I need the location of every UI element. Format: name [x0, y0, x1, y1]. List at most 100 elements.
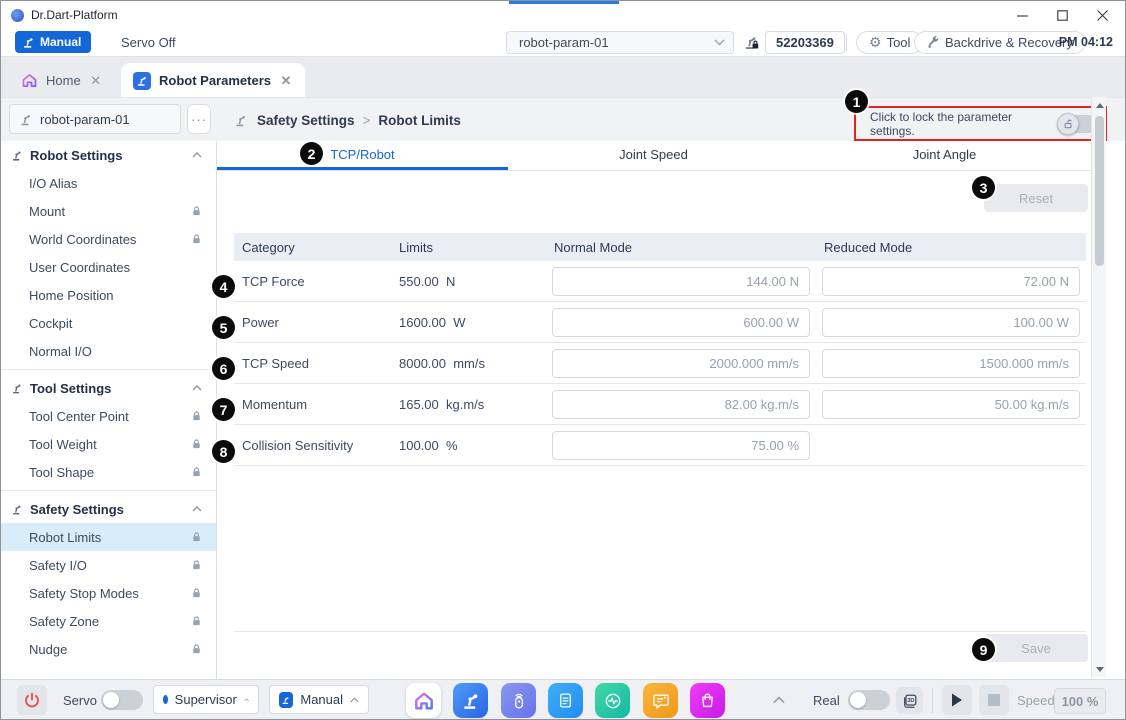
- power-button[interactable]: [17, 685, 47, 715]
- sidebar-item-nudge[interactable]: Nudge: [1, 635, 216, 663]
- annotation-badge-7: 7: [212, 398, 235, 421]
- sidebar-section-robot-settings[interactable]: Robot Settings: [1, 141, 216, 169]
- sidebar-item-world-coordinates[interactable]: World Coordinates: [1, 225, 216, 253]
- row-category: Momentum: [234, 397, 391, 412]
- play-button[interactable]: [942, 685, 972, 715]
- dock-expand-chevron-icon[interactable]: [773, 696, 785, 704]
- sidebar-item-safety-stop-modes[interactable]: Safety Stop Modes: [1, 579, 216, 607]
- sidebar-item-user-coordinates[interactable]: User Coordinates: [1, 253, 216, 281]
- lock-icon: [191, 559, 202, 571]
- scrollbar-thumb[interactable]: [1095, 116, 1104, 266]
- annotation-badge-8: 8: [212, 440, 235, 463]
- page-header-band: robot-param-01 ··· Safety Settings > Rob…: [1, 97, 1125, 141]
- item-label: Cockpit: [29, 316, 72, 331]
- tab-home-close-icon[interactable]: ✕: [89, 73, 103, 89]
- home-icon: [21, 72, 38, 89]
- real-mode-label: Real: [813, 693, 840, 708]
- scroll-up-icon[interactable]: [1092, 97, 1107, 113]
- sidebar-item-safety-io[interactable]: Safety I/O: [1, 551, 216, 579]
- power-normal-input[interactable]: [552, 308, 810, 337]
- dock-message-icon[interactable]: [643, 683, 678, 718]
- table-row-collision-sensitivity: Collision Sensitivity 100.00 %: [234, 425, 1086, 466]
- sidebar-item-io-alias[interactable]: I/O Alias: [1, 169, 216, 197]
- chevron-up-icon: [192, 385, 202, 391]
- table-row-power: Power 1600.00 W: [234, 302, 1086, 343]
- dock-task-editor-icon[interactable]: [548, 683, 583, 718]
- sidebar-item-tool-shape[interactable]: Tool Shape: [1, 458, 216, 486]
- tab-joint-angle[interactable]: Joint Angle: [799, 141, 1090, 170]
- tcp-speed-reduced-input[interactable]: [822, 349, 1080, 378]
- momentum-normal-input[interactable]: [552, 390, 810, 419]
- dock-robot-params-icon[interactable]: [453, 683, 488, 718]
- close-button[interactable]: [1095, 8, 1109, 22]
- collision-sensitivity-normal-input[interactable]: [552, 431, 810, 460]
- sidebar-section-tool-settings[interactable]: Tool Settings: [1, 374, 216, 402]
- sidebar-item-normal-io[interactable]: Normal I/O: [1, 337, 216, 365]
- role-select[interactable]: Supervisor: [153, 685, 259, 714]
- tab-joint-speed[interactable]: Joint Speed: [508, 141, 799, 170]
- view-3d-icon: 3D: [902, 693, 918, 709]
- tab-robot-parameters[interactable]: Robot Parameters ✕: [121, 63, 305, 98]
- reset-button[interactable]: Reset: [984, 184, 1088, 212]
- table-row-tcp-force: TCP Force 550.00 N: [234, 261, 1086, 302]
- stop-button[interactable]: [979, 685, 1009, 715]
- maximize-button[interactable]: [1055, 8, 1069, 22]
- mode-badge[interactable]: Manual: [15, 31, 91, 53]
- robot-icon: [11, 503, 24, 516]
- view-3d-button[interactable]: 3D: [896, 687, 923, 714]
- top-accent-strip: [509, 1, 619, 4]
- sidebar-item-robot-limits[interactable]: Robot Limits: [1, 523, 216, 551]
- lock-icon: [191, 531, 202, 543]
- minimize-button[interactable]: [1015, 8, 1029, 22]
- clock-text: PM 04:12: [1059, 35, 1113, 49]
- tcp-speed-normal-input[interactable]: [552, 349, 810, 378]
- tcp-force-reduced-input[interactable]: [822, 267, 1080, 296]
- param-file-select[interactable]: robot-param-01: [506, 31, 734, 54]
- tcp-force-normal-input[interactable]: [552, 267, 810, 296]
- dock-monitoring-icon[interactable]: [595, 683, 630, 718]
- tab-tcp-robot[interactable]: TCP/Robot: [217, 141, 508, 170]
- table-row-momentum: Momentum 165.00 kg.m/s: [234, 384, 1086, 425]
- section-title: Robot Settings: [30, 148, 122, 163]
- servo-label: Servo: [63, 693, 97, 708]
- sidebar-item-home-position[interactable]: Home Position: [1, 281, 216, 309]
- power-reduced-input[interactable]: [822, 308, 1080, 337]
- breadcrumb-page: Robot Limits: [378, 113, 461, 128]
- speed-value: 100 %: [1062, 694, 1099, 709]
- col-reduced-mode: Reduced Mode: [816, 240, 1086, 255]
- dock-home-icon[interactable]: [406, 683, 441, 718]
- tab-home[interactable]: Home ✕: [9, 63, 115, 98]
- row-limit: 1600.00 W: [391, 315, 546, 330]
- servo-toggle[interactable]: [101, 690, 143, 710]
- momentum-reduced-input[interactable]: [822, 390, 1080, 419]
- sidebar-item-tool-weight[interactable]: Tool Weight: [1, 430, 216, 458]
- sidebar-item-tool-center-point[interactable]: Tool Center Point: [1, 402, 216, 430]
- lock-hint-text: Click to lock the parameter settings.: [870, 110, 1048, 138]
- param-more-button[interactable]: ···: [187, 104, 211, 134]
- annotation-badge-1: 1: [845, 90, 868, 113]
- vertical-scrollbar[interactable]: [1091, 97, 1106, 677]
- content-divider: [234, 631, 1086, 632]
- table-header-row: Category Limits Normal Mode Reduced Mode: [234, 233, 1086, 261]
- operation-mode-value: Manual: [300, 692, 343, 707]
- sidebar-item-safety-zone[interactable]: Safety Zone: [1, 607, 216, 635]
- scroll-down-icon[interactable]: [1092, 661, 1107, 677]
- section-title: Safety Settings: [30, 502, 124, 517]
- sidebar-section-safety-settings[interactable]: Safety Settings: [1, 495, 216, 523]
- stop-icon: [988, 694, 1000, 706]
- sidebar-param-name-box[interactable]: robot-param-01: [9, 104, 181, 134]
- robot-icon: [234, 113, 249, 128]
- tab-robot-parameters-close-icon[interactable]: ✕: [279, 73, 293, 89]
- dock-teach-pendant-icon[interactable]: [501, 683, 536, 718]
- operation-mode-select[interactable]: Manual: [269, 685, 369, 714]
- annotation-badge-6: 6: [212, 357, 235, 380]
- real-toggle[interactable]: [848, 690, 890, 710]
- sidebar-item-cockpit[interactable]: Cockpit: [1, 309, 216, 337]
- sidebar-item-mount[interactable]: Mount: [1, 197, 216, 225]
- item-label: Safety Zone: [29, 614, 99, 629]
- section-title: Tool Settings: [30, 381, 111, 396]
- row-category: TCP Force: [234, 274, 391, 289]
- dock-store-icon[interactable]: [690, 683, 725, 718]
- save-button[interactable]: Save: [984, 634, 1088, 662]
- speed-value-box[interactable]: 100 %: [1054, 688, 1106, 714]
